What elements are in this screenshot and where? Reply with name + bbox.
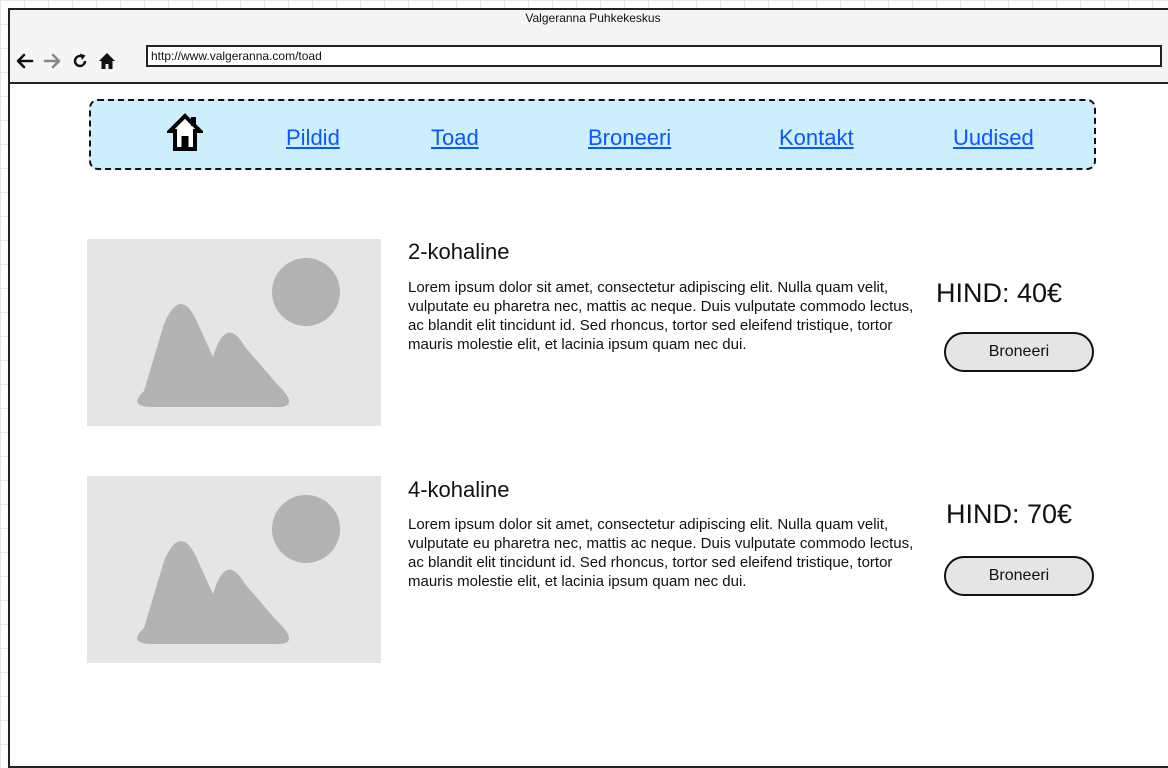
url-bar[interactable]: http://www.valgeranna.com/toad: [146, 45, 1162, 67]
book-button[interactable]: Broneeri: [944, 556, 1094, 596]
forward-arrow-icon[interactable]: [43, 52, 61, 70]
reload-icon[interactable]: [71, 52, 89, 70]
nav-link-toad[interactable]: Toad: [431, 125, 479, 151]
nav-link-kontakt[interactable]: Kontakt: [779, 125, 854, 151]
room-title: 4-kohaline: [408, 477, 510, 502]
browser-toolbar: http://www.valgeranna.com/toad: [10, 44, 1168, 84]
back-arrow-icon[interactable]: [16, 52, 34, 70]
room-image-placeholder: [87, 476, 381, 663]
room-description: Lorem ipsum dolor sit amet, consectetur …: [408, 516, 914, 590]
image-placeholder-icon: [137, 495, 340, 645]
browser-window: Valgeranna Puhkekeskus http://www.valger…: [8, 8, 1168, 768]
room-image-placeholder: [87, 239, 381, 426]
room-price: HIND: 70€: [946, 499, 1073, 529]
title-bar: Valgeranna Puhkekeskus: [10, 10, 1168, 44]
site-navbar: Pildid Toad Broneeri Kontakt Uudised: [89, 99, 1096, 170]
nav-link-broneeri[interactable]: Broneeri: [588, 125, 671, 151]
image-placeholder-icon: [137, 258, 340, 408]
room-price: HIND: 40€: [936, 278, 1063, 308]
nav-link-pildid[interactable]: Pildid: [286, 125, 340, 151]
home-icon[interactable]: [167, 113, 203, 153]
book-button[interactable]: Broneeri: [944, 332, 1094, 372]
home-nav-icon[interactable]: [98, 52, 116, 70]
window-title: Valgeranna Puhkekeskus: [525, 11, 661, 25]
room-description: Lorem ipsum dolor sit amet, consectetur …: [408, 279, 914, 353]
nav-link-uudised[interactable]: Uudised: [953, 125, 1034, 151]
room-title: 2-kohaline: [408, 239, 510, 264]
